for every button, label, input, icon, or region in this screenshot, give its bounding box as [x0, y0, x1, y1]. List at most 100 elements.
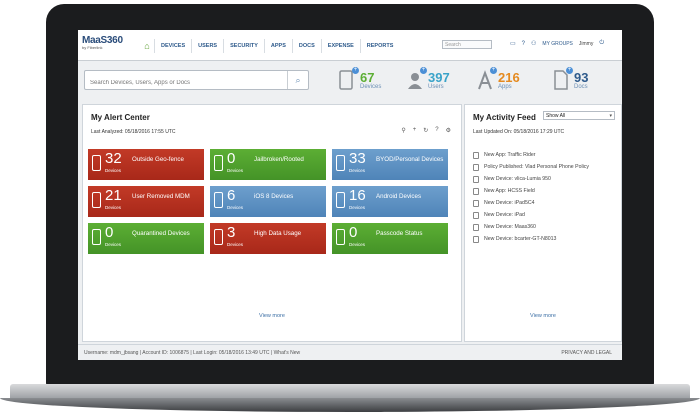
- phone-icon: [92, 229, 101, 245]
- list-item[interactable]: New App: Traffic Rider: [473, 149, 613, 161]
- tile-count: 0: [349, 224, 358, 241]
- nav-docs[interactable]: DOCS: [291, 39, 321, 53]
- chevron-down-icon: ▾: [609, 113, 612, 119]
- tile-label: Jailbroken/Rooted: [254, 156, 304, 163]
- settings-icon[interactable]: ⚙: [446, 127, 451, 134]
- app-icon: [473, 187, 479, 195]
- tile-label: BYOD/Personal Devices: [376, 156, 444, 163]
- alert-center-title: My Alert Center: [91, 113, 150, 122]
- laptop-base-bottom: [0, 398, 700, 412]
- stat-apps-count: 216: [498, 69, 520, 85]
- tile-count: 32: [105, 150, 122, 167]
- tablet-icon: [473, 199, 479, 207]
- user-name[interactable]: Jimmy: [579, 41, 593, 47]
- alert-tile-removed-mdm[interactable]: 21 Devices User Removed MDM: [88, 186, 204, 217]
- alert-tile-data-usage[interactable]: 3 Devices High Data Usage: [210, 223, 326, 254]
- search-icon[interactable]: ⌕: [287, 71, 308, 89]
- alert-center-tools: ⚲ + ↻ ? ⚙: [401, 127, 451, 134]
- nav-reports[interactable]: REPORTS: [359, 39, 400, 53]
- tile-unit: Devices: [227, 242, 244, 247]
- nav-users[interactable]: USERS: [191, 39, 223, 53]
- top-search-input[interactable]: Search: [442, 40, 492, 49]
- tile-label: Passcode Status: [376, 230, 423, 237]
- alert-center-panel: My Alert Center Last Analyzed: 05/18/201…: [82, 104, 462, 342]
- device-icon: +: [338, 67, 359, 91]
- nav-security[interactable]: SECURITY: [223, 39, 264, 53]
- stat-docs[interactable]: + 93 Docs: [552, 66, 588, 94]
- tile-label: Outside Geo-fence: [132, 156, 184, 163]
- activity-filter-select[interactable]: Show All ▾: [543, 111, 615, 120]
- nav-devices[interactable]: DEVICES: [154, 39, 191, 53]
- list-item[interactable]: New Device: vlica-Lumia 950: [473, 173, 613, 185]
- tile-count: 33: [349, 150, 366, 167]
- add-icon[interactable]: +: [413, 127, 417, 134]
- list-item[interactable]: New Device: Maas360: [473, 221, 613, 233]
- tile-label: Quarantined Devices: [132, 230, 190, 237]
- tile-count: 0: [227, 150, 236, 167]
- alert-tile-geofence[interactable]: 32 Devices Outside Geo-fence: [88, 149, 204, 180]
- tile-unit: Devices: [105, 205, 122, 210]
- groups-icon[interactable]: ⚇: [531, 40, 536, 47]
- list-item[interactable]: New Device: iPad5C4: [473, 197, 613, 209]
- laptop-base-top: [10, 384, 690, 398]
- maas360-logo[interactable]: MaaS360 by Fiberlink: [82, 35, 123, 55]
- nav-expense[interactable]: EXPENSE: [320, 39, 360, 53]
- nav-apps[interactable]: APPS: [263, 39, 292, 53]
- list-item[interactable]: New Device: bcarter-GT-N8013: [473, 233, 613, 245]
- phone-icon: [214, 229, 223, 245]
- tile-count: 0: [105, 224, 114, 241]
- document-icon: +: [552, 67, 573, 91]
- feed-item-text: New App: Traffic Rider: [484, 152, 536, 158]
- list-item[interactable]: New Device: iPad: [473, 209, 613, 221]
- tile-unit: Devices: [349, 242, 366, 247]
- footer: Username: mdm_jbsang | Account ID: 10068…: [78, 344, 622, 360]
- help-icon[interactable]: ?: [522, 41, 525, 47]
- chat-icon[interactable]: ▭: [510, 40, 516, 47]
- tile-count: 6: [227, 187, 236, 204]
- top-bar: MaaS360 by Fiberlink ⌂ DEVICES USERS SEC…: [78, 30, 622, 61]
- phone-icon: [92, 192, 101, 208]
- tile-count: 3: [227, 224, 236, 241]
- feed-item-text: New App: HCSS Field: [484, 188, 535, 194]
- stat-users[interactable]: + 397 Users: [406, 66, 450, 94]
- my-groups-link[interactable]: MY GROUPS: [542, 41, 572, 47]
- top-utility-icons: ▭ ? ⚇ MY GROUPS Jimmy ⏻: [510, 40, 604, 47]
- feed-item-text: New Device: vlica-Lumia 950: [484, 176, 551, 182]
- home-icon[interactable]: ⌂: [140, 39, 154, 53]
- document-icon: [473, 163, 479, 171]
- alert-tile-quarantined[interactable]: 0 Devices Quarantined Devices: [88, 223, 204, 254]
- app-icon: [473, 151, 479, 159]
- tile-unit: Devices: [105, 168, 122, 173]
- list-item[interactable]: Policy Published: Vlad Personal Phone Po…: [473, 161, 613, 173]
- alert-tile-ios8[interactable]: 6 Devices iOS 8 Devices: [210, 186, 326, 217]
- feed-item-text: New Device: iPad: [484, 212, 525, 218]
- stat-devices-count: 67: [360, 69, 375, 85]
- tile-unit: Devices: [105, 242, 122, 247]
- help-icon[interactable]: ?: [435, 127, 438, 134]
- tablet-icon: [473, 211, 479, 219]
- power-icon[interactable]: ⏻: [599, 40, 604, 47]
- stat-docs-label: Docs: [574, 83, 588, 90]
- alert-tile-byod[interactable]: 33 Devices BYOD/Personal Devices: [332, 149, 448, 180]
- phone-icon: [214, 155, 223, 171]
- activity-last-updated: Last Updated On: 05/18/2016 17:29 UTC: [473, 129, 565, 135]
- location-icon[interactable]: ⚲: [401, 127, 405, 134]
- stat-docs-count: 93: [574, 69, 589, 85]
- alert-tile-passcode[interactable]: 0 Devices Passcode Status: [332, 223, 448, 254]
- list-item[interactable]: New App: HCSS Field: [473, 185, 613, 197]
- tablet-icon: [473, 235, 479, 243]
- tile-unit: Devices: [349, 168, 366, 173]
- phone-icon: [336, 229, 345, 245]
- alert-tile-android[interactable]: 16 Devices Android Devices: [332, 186, 448, 217]
- app-screen: MaaS360 by Fiberlink ⌂ DEVICES USERS SEC…: [78, 30, 622, 360]
- alert-tile-jailbroken[interactable]: 0 Devices Jailbroken/Rooted: [210, 149, 326, 180]
- stat-devices[interactable]: + 67 Devices: [338, 66, 381, 94]
- alert-view-more-link[interactable]: View more: [83, 313, 461, 319]
- tile-count: 16: [349, 187, 366, 204]
- footer-account-info: Username: mdm_jbsang | Account ID: 10068…: [84, 350, 301, 356]
- global-search-input[interactable]: [85, 74, 292, 92]
- activity-view-more-link[interactable]: View more: [465, 313, 621, 319]
- refresh-icon[interactable]: ↻: [423, 127, 428, 134]
- privacy-legal-link[interactable]: PRIVACY AND LEGAL: [561, 350, 612, 356]
- stat-apps[interactable]: + 216 Apps: [476, 66, 520, 94]
